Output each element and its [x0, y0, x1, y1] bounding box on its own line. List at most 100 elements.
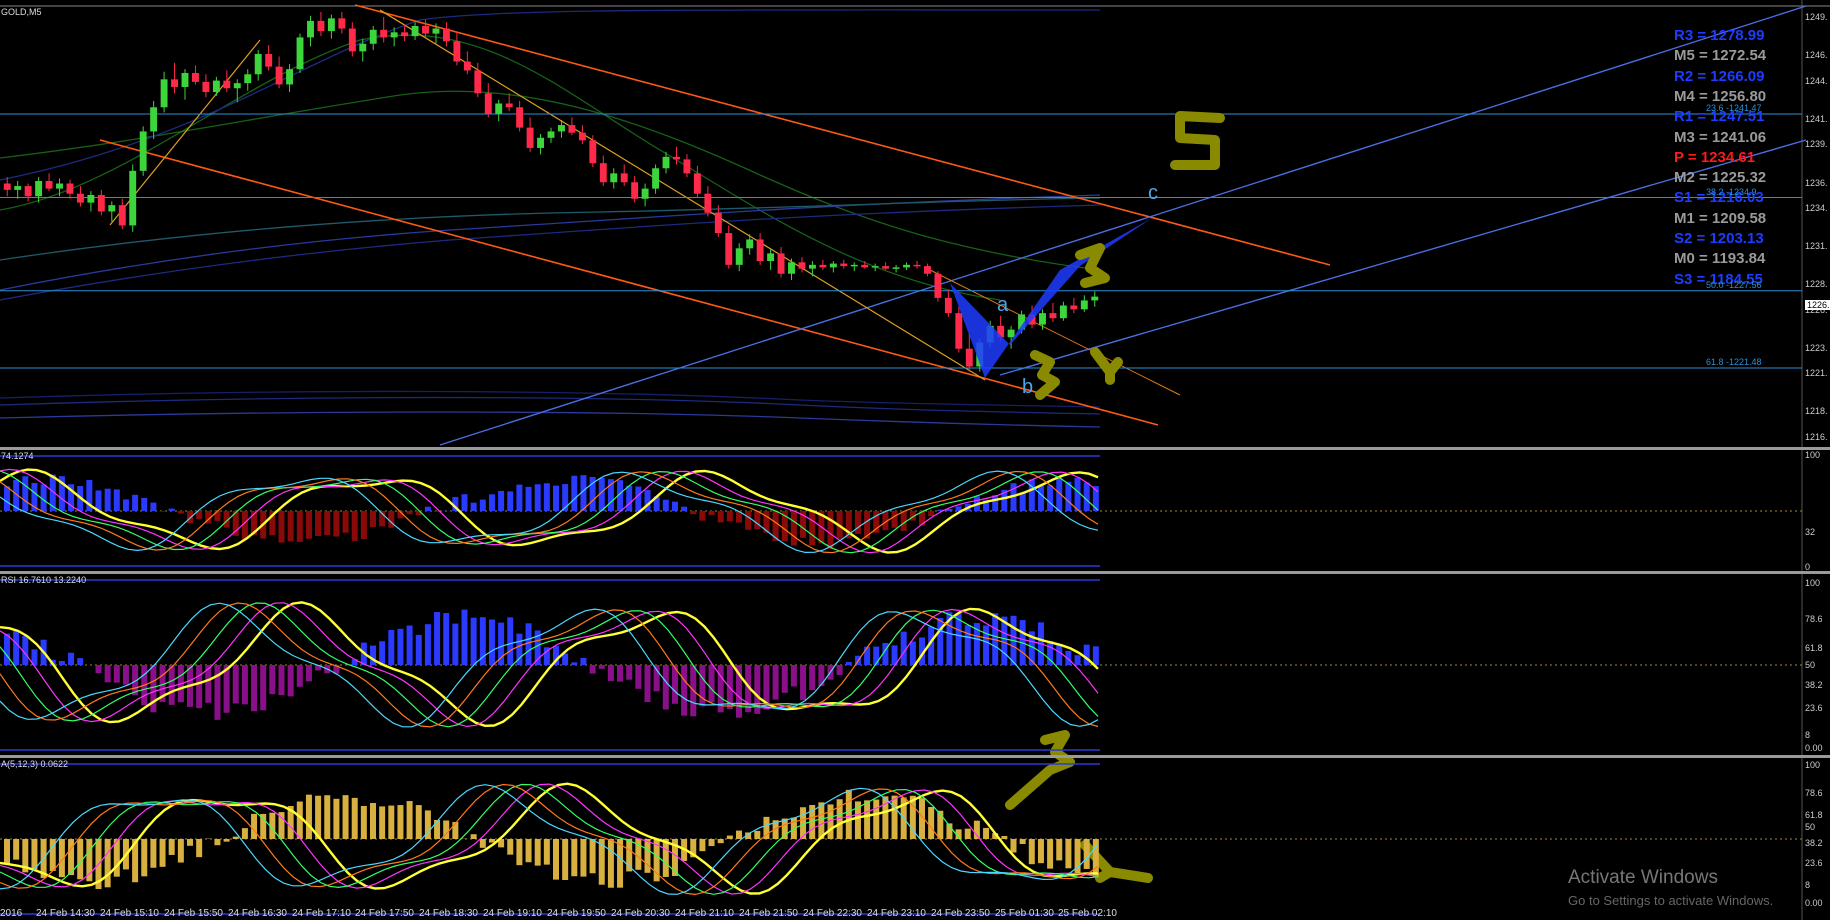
candle-body: [578, 132, 586, 141]
oscillator-histogram-bar: [717, 839, 724, 844]
price-tick: 1223.: [1805, 342, 1828, 353]
oscillator-histogram-bar: [644, 839, 651, 873]
oscillator-histogram-bar: [1037, 485, 1044, 511]
oscillator-histogram-bar: [287, 511, 294, 542]
oscillator-histogram-bar: [864, 646, 871, 665]
oscillator-histogram-bar: [296, 665, 303, 687]
oscillator-pane-3[interactable]: [0, 763, 1802, 915]
oscillator-histogram-bar: [177, 839, 184, 863]
oscillator-histogram-bar: [241, 828, 248, 839]
oscillator-histogram-bar: [781, 665, 788, 693]
pane-separator-1[interactable]: [0, 447, 1830, 450]
fib-level-label: 61.8 -1221.48: [1706, 357, 1762, 368]
candle-body: [746, 239, 754, 249]
oscillator-histogram-bar: [662, 499, 669, 511]
candle-body: [76, 193, 84, 203]
candle-body: [1080, 300, 1088, 310]
candle-body: [871, 266, 879, 268]
oscillator-pane-2[interactable]: [0, 579, 1802, 751]
oscillator-histogram-bar: [4, 839, 10, 864]
oscillator-histogram-bar: [1092, 646, 1099, 665]
price-tick: 1234.: [1805, 202, 1828, 213]
oscillator-histogram-bar: [498, 490, 505, 511]
oscillator-histogram-bar: [452, 623, 459, 665]
oscillator-histogram-bar: [488, 839, 495, 843]
oscillator-histogram-bar: [598, 665, 605, 669]
oscillator-tick: 0.00: [1805, 743, 1823, 753]
oscillator-histogram-bar: [150, 502, 157, 511]
time-tick: 24 Feb 20:30: [611, 908, 670, 919]
main-pane[interactable]: [0, 0, 1830, 448]
oscillator-tick: 100: [1805, 450, 1821, 460]
price-tick: 1221.: [1805, 368, 1828, 379]
candle-body: [892, 267, 900, 269]
oscillator-histogram-bar: [818, 665, 825, 687]
price-tick: 1231.: [1805, 241, 1828, 252]
candle-body: [850, 264, 858, 267]
pane-separator-2[interactable]: [0, 571, 1830, 574]
price-tick: 1228.: [1805, 279, 1828, 290]
oscillator-histogram-bar: [232, 665, 239, 704]
oscillator-histogram-bar: [717, 511, 724, 523]
candle-body: [223, 80, 231, 89]
oscillator-tick: 78.6: [1805, 788, 1823, 798]
oscillator-histogram-bar: [745, 511, 752, 530]
oscillator-histogram-bar: [415, 805, 422, 839]
oscillator-histogram-bar: [479, 499, 486, 511]
candle-body: [369, 29, 377, 44]
time-tick: 25 Feb 01:30: [995, 908, 1054, 919]
time-tick: 24 Feb 15:10: [100, 908, 159, 919]
oscillator-histogram-bar: [580, 657, 587, 665]
oscillator-histogram-bar: [983, 625, 990, 665]
candle-body: [244, 74, 252, 84]
oscillator-histogram-bar: [635, 665, 642, 689]
oscillator-histogram-bar: [95, 490, 102, 511]
candle-body: [788, 262, 795, 274]
oscillator-histogram-bar: [1083, 644, 1090, 665]
candle-body: [275, 66, 283, 85]
candle-body: [903, 264, 910, 268]
candle-body: [390, 32, 398, 38]
chart-canvas[interactable]: [0, 0, 1830, 920]
oscillator-histogram-bar: [360, 511, 367, 539]
oscillator-histogram-bar: [342, 795, 349, 839]
activate-windows-hint: Go to Settings to activate Windows.: [1568, 893, 1774, 908]
candle-body: [944, 297, 952, 314]
candle-body: [118, 205, 126, 226]
oscillator-histogram-bar: [790, 665, 797, 687]
fib-level-label: 50.0 -1227.56: [1706, 279, 1762, 290]
candle-body: [139, 131, 147, 171]
oscillator-histogram-bar: [809, 665, 816, 691]
pivot-level-label: R3 = 1278.99: [1674, 27, 1765, 44]
candle-body: [150, 107, 158, 132]
candle-body: [1091, 296, 1099, 301]
price-tick: 1241.: [1805, 114, 1828, 124]
candle-body: [934, 273, 942, 298]
candle-body: [1049, 313, 1057, 319]
oscillator-histogram-bar: [77, 658, 84, 665]
oscillator-histogram-bar: [141, 839, 148, 877]
candle-body: [620, 173, 628, 183]
oscillator-histogram-bar: [132, 494, 139, 511]
pane-separator-3[interactable]: [0, 755, 1830, 758]
candle-body: [14, 186, 22, 190]
oscillator-histogram-bar: [223, 839, 230, 842]
oscillator-histogram-bar: [479, 839, 486, 848]
price-tick: 1249.: [1805, 12, 1828, 23]
oscillator-histogram-bar: [1074, 477, 1081, 511]
candle-body: [495, 103, 503, 114]
price-tick: 1216.: [1805, 431, 1828, 442]
oscillator-histogram-bar: [1028, 839, 1035, 865]
oscillator-histogram-bar: [726, 511, 733, 522]
oscillator-histogram-bar: [1065, 481, 1072, 511]
oscillator-histogram-bar: [562, 839, 569, 880]
candle-body: [411, 25, 419, 37]
candle-body: [212, 80, 220, 93]
oscillator-histogram-bar: [324, 511, 331, 536]
oscillator-histogram-bar: [379, 806, 386, 839]
candle-body: [338, 18, 346, 29]
current-price-label: 1226.: [1805, 300, 1830, 310]
oscillator-pane-1[interactable]: [0, 455, 1802, 567]
oscillator-histogram-bar: [809, 511, 816, 546]
oscillator-histogram-bar: [113, 489, 120, 511]
